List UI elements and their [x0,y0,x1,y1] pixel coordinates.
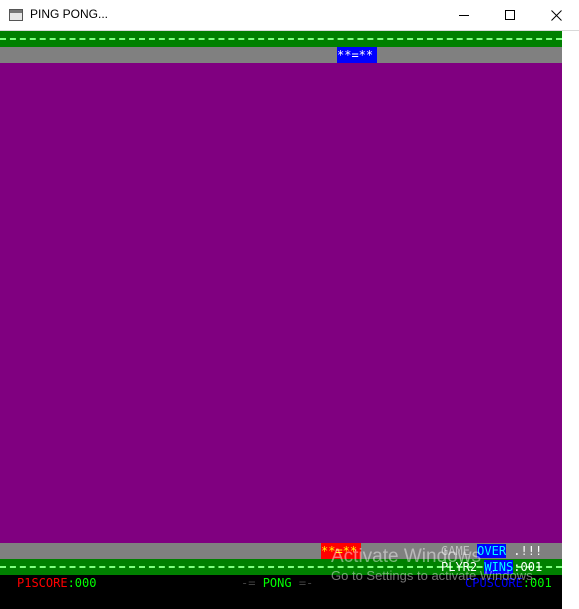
p1-score-label: P1SCORE [17,576,68,590]
title-bar: PING PONG... [0,0,579,31]
activation-watermark-text: Go to Settings to activate Windows. [331,568,537,583]
window-right-edge [562,31,579,609]
close-button[interactable] [533,0,579,31]
pong-right-deco: =- [298,576,314,590]
game-screen: **=** **=** GAME OVER .!!! PLYR2 WINS:00… [0,31,562,609]
window-title: PING PONG... [30,7,109,21]
p1-score-value: :000 [67,576,97,590]
top-paddle-lane [0,47,562,63]
pong-banner: -= PONG =- [241,575,313,591]
activation-watermark-title: Activate Windows [331,546,481,567]
pong-left-deco: -= [241,576,256,590]
console-window-icon [9,9,23,21]
over-word: OVER [477,544,507,558]
top-wall-dashes [0,38,562,40]
exclaim-text: .!!! [513,544,543,558]
maximize-button[interactable] [487,0,533,31]
p1-score: P1SCORE:000 [17,575,96,591]
court [0,63,562,543]
close-icon [551,10,562,21]
minimize-icon [459,15,469,16]
minimize-button[interactable] [441,0,487,31]
maximize-icon [505,10,515,20]
top-paddle: **=** [337,47,377,63]
pong-word: PONG [262,576,292,590]
